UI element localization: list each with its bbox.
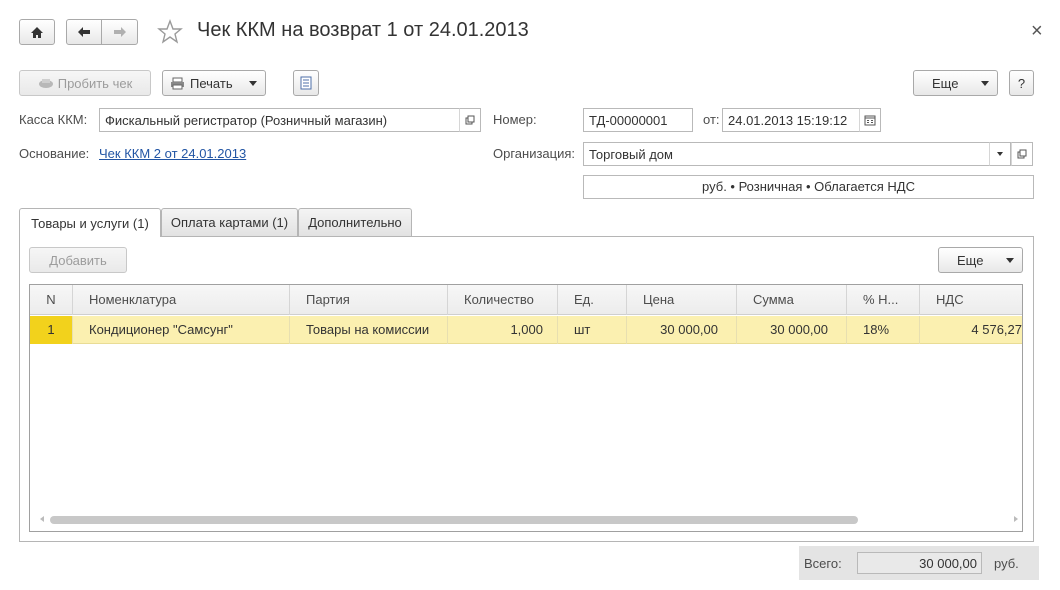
table-row[interactable]: 1 Кондиционер "Самсунг" Товары на комисс… — [30, 316, 1022, 344]
scroll-right-icon[interactable] — [1014, 516, 1018, 522]
close-icon[interactable]: × — [1031, 20, 1043, 43]
document-icon — [300, 76, 312, 90]
open-organization-icon[interactable] — [1011, 142, 1033, 166]
chevron-down-icon — [249, 81, 257, 86]
number-field[interactable]: ТД-00000001 — [583, 108, 693, 132]
printer-icon — [171, 77, 184, 89]
calendar-icon[interactable] — [859, 108, 881, 132]
table-header: N Номенклатура Партия Количество Ед. Цен… — [30, 285, 1022, 315]
favorite-star-icon[interactable] — [157, 19, 183, 45]
scroll-left-icon[interactable] — [40, 516, 44, 522]
tab-card-payments[interactable]: Оплата картами (1) — [161, 208, 298, 236]
row-quantity: 1,000 — [448, 316, 558, 344]
print-button[interactable]: Печать — [162, 70, 266, 96]
row-sum: 30 000,00 — [737, 316, 847, 344]
date-label: от: — [703, 112, 720, 127]
row-item: Кондиционер "Самсунг" — [73, 316, 290, 344]
basis-label: Основание: — [19, 146, 90, 161]
total-panel: Всего: 30 000,00 руб. — [799, 546, 1039, 580]
date-field[interactable]: 24.01.2013 15:19:12 — [722, 108, 860, 132]
chevron-down-icon — [1006, 258, 1014, 263]
total-currency: руб. — [994, 556, 1019, 571]
punch-check-button[interactable]: Пробить чек — [19, 70, 151, 96]
horizontal-scrollbar[interactable] — [40, 515, 1018, 525]
row-vat: 4 576,27 — [971, 322, 1022, 337]
row-vat-rate: 18% — [847, 316, 920, 344]
cash-register-field[interactable]: Фискальный регистратор (Розничный магази… — [99, 108, 460, 132]
organization-dropdown-icon[interactable] — [989, 142, 1011, 166]
forward-button[interactable] — [101, 19, 138, 45]
row-unit: шт — [558, 316, 627, 344]
row-number: 1 — [30, 316, 73, 344]
print-label: Печать — [190, 75, 233, 91]
scrollbar-thumb[interactable] — [50, 516, 858, 524]
chevron-down-icon — [981, 81, 989, 86]
add-row-button[interactable]: Добавить — [29, 247, 127, 273]
help-button[interactable]: ? — [1009, 70, 1034, 96]
punch-check-label: Пробить чек — [57, 75, 133, 91]
column-header-price[interactable]: Цена — [627, 285, 737, 315]
page-title: Чек ККМ на возврат 1 от 24.01.2013 — [197, 19, 529, 41]
goods-table[interactable]: N Номенклатура Партия Количество Ед. Цен… — [29, 284, 1023, 532]
home-icon — [31, 26, 43, 38]
price-info-panel[interactable]: руб. • Розничная • Облагается НДС — [583, 175, 1034, 199]
related-documents-button[interactable] — [293, 70, 319, 96]
column-header-vat-rate[interactable]: % Н... — [847, 285, 920, 315]
cash-register-label: Касса ККМ: — [19, 112, 88, 127]
open-cash-register-icon[interactable] — [459, 108, 481, 132]
total-label: Всего: — [804, 556, 842, 571]
row-price: 30 000,00 — [627, 316, 737, 344]
number-label: Номер: — [493, 112, 537, 127]
column-header-number[interactable]: N — [30, 285, 73, 315]
more-label: Еще — [932, 75, 959, 91]
total-field: 30 000,00 — [857, 552, 982, 574]
table-more-button[interactable]: Еще — [938, 247, 1023, 273]
arrow-left-icon — [78, 27, 90, 37]
arrow-right-icon — [113, 27, 126, 37]
home-button[interactable] — [19, 19, 55, 45]
column-header-batch[interactable]: Партия — [290, 285, 448, 315]
table-more-label: Еще — [957, 252, 984, 268]
more-button[interactable]: Еще — [913, 70, 998, 96]
organization-label: Организация: — [493, 146, 576, 161]
back-button[interactable] — [66, 19, 102, 45]
cash-register-icon — [38, 79, 53, 88]
organization-field[interactable]: Торговый дом — [583, 142, 990, 166]
column-header-sum[interactable]: Сумма — [737, 285, 847, 315]
column-header-vat[interactable]: НДС — [920, 285, 1022, 315]
tab-goods[interactable]: Товары и услуги (1) — [19, 208, 161, 237]
column-header-unit[interactable]: Ед. — [558, 285, 627, 315]
column-header-quantity[interactable]: Количество — [448, 285, 558, 315]
basis-document-link[interactable]: Чек ККМ 2 от 24.01.2013 — [99, 146, 246, 161]
tab-additional[interactable]: Дополнительно — [298, 208, 412, 236]
row-batch: Товары на комиссии — [290, 316, 448, 344]
column-header-item[interactable]: Номенклатура — [73, 285, 290, 315]
